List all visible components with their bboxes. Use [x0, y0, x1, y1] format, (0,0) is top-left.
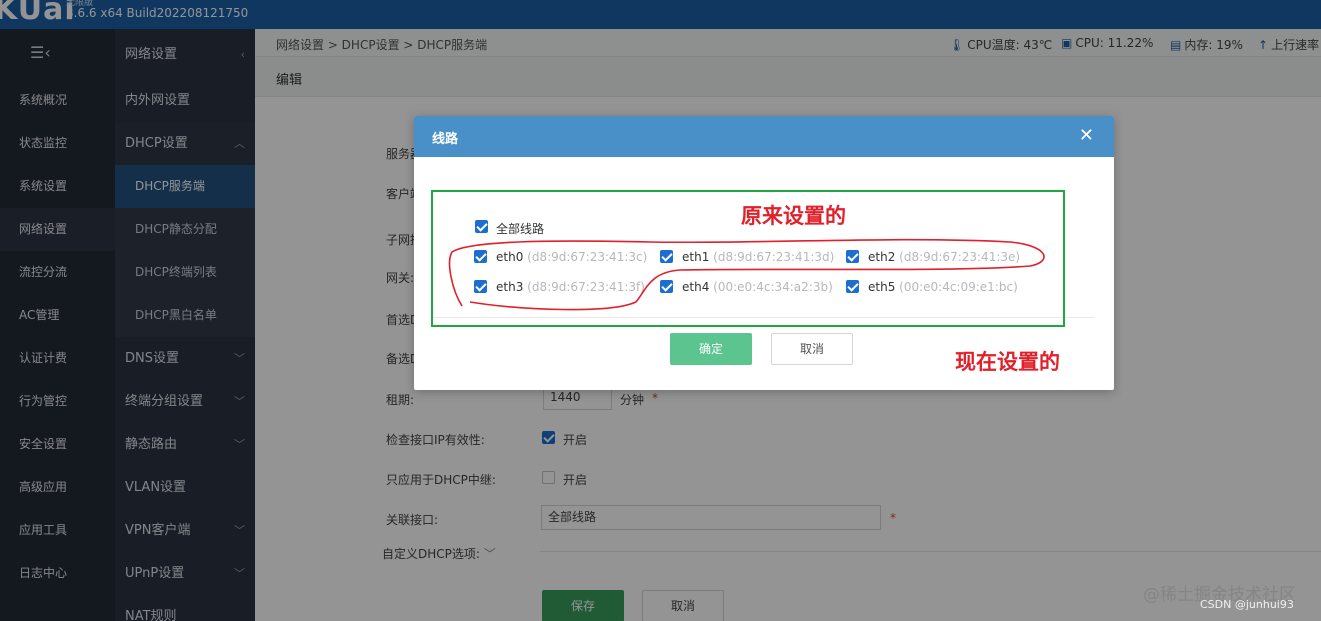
all-lines-label: 全部线路: [496, 222, 545, 236]
watermark-csdn: CSDN @junhui93: [1200, 598, 1294, 611]
eth5-checkbox[interactable]: [846, 280, 859, 293]
eth1-checkbox[interactable]: [660, 250, 673, 263]
eth4-checkbox[interactable]: [660, 280, 673, 293]
modal-header: 线路 ✕: [414, 116, 1114, 157]
annotation-current: 现在设置的: [955, 350, 1060, 374]
eth0-label: eth0 (d8:9d:67:23:41:3c): [496, 250, 648, 264]
eth0-checkbox[interactable]: [474, 250, 487, 263]
eth3-checkbox[interactable]: [474, 280, 487, 293]
all-lines-checkbox[interactable]: [475, 220, 488, 233]
eth4-label: eth4 (00:e0:4c:34:a2:3b): [682, 280, 833, 294]
modal-divider: [432, 317, 1094, 318]
modal-title: 线路: [432, 132, 459, 147]
modal-cancel-button[interactable]: 取消: [771, 333, 853, 365]
annotation-original: 原来设置的: [741, 204, 846, 228]
close-icon[interactable]: ✕: [1079, 125, 1094, 146]
eth2-label: eth2 (d8:9d:67:23:41:3e): [868, 250, 1021, 264]
eth3-label: eth3 (d8:9d:67:23:41:3f): [496, 280, 645, 294]
eth1-label: eth1 (d8:9d:67:23:41:3d): [682, 250, 835, 264]
eth5-label: eth5 (00:e0:4c:09:e1:bc): [868, 280, 1018, 294]
eth2-checkbox[interactable]: [846, 250, 859, 263]
confirm-button[interactable]: 确定: [670, 333, 752, 365]
